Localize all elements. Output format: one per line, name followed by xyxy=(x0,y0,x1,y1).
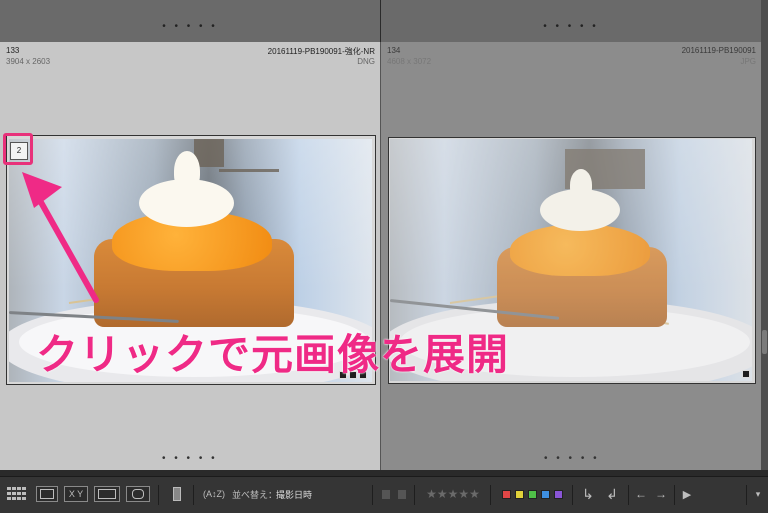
scrollbar-thumb[interactable] xyxy=(762,330,767,354)
slideshow-button[interactable]: ▶ xyxy=(680,486,694,502)
color-label-red[interactable] xyxy=(501,489,511,499)
develop-badge-icon-2[interactable] xyxy=(742,370,750,378)
stack-badge-highlight xyxy=(3,133,33,165)
rotate-left-icon: ↳ xyxy=(582,485,594,502)
star-icon[interactable]: ★ xyxy=(448,486,459,502)
cell-dimensions: 3904 x 2603 xyxy=(6,57,51,66)
previous-button[interactable]: ← xyxy=(632,486,650,502)
rotate-right-icon: ↲ xyxy=(606,485,618,502)
scrollbar[interactable] xyxy=(761,0,768,476)
color-label-green[interactable] xyxy=(527,489,537,499)
chevron-down-icon: ▾ xyxy=(755,488,761,499)
cell-dimensions-2: 4608 x 3072 xyxy=(387,57,432,66)
flag-button[interactable] xyxy=(380,486,392,502)
flag-icon xyxy=(382,489,390,499)
toolbar-menu-button[interactable]: ▾ xyxy=(752,486,764,502)
grid-view-button[interactable] xyxy=(6,486,28,502)
sort-select[interactable]: 撮影日時 xyxy=(276,486,320,502)
cell-index-2: 134 xyxy=(387,46,401,55)
reject-flag-button[interactable] xyxy=(396,486,408,502)
star-icon[interactable]: ★ xyxy=(469,486,480,502)
bottom-dots-left: • • • • • xyxy=(162,453,218,464)
people-view-button[interactable] xyxy=(126,486,150,502)
grid-view-icon xyxy=(7,487,26,500)
grid-view: • • • • • • • • • • 133 20161119-PB19009… xyxy=(0,0,768,476)
top-cell-dots-right: • • • • • xyxy=(543,21,599,32)
sort-direction-icon: (A↕Z) xyxy=(203,489,225,499)
survey-view-button[interactable] xyxy=(94,486,120,502)
top-cell-left[interactable]: • • • • • xyxy=(0,0,381,42)
play-icon: ▶ xyxy=(682,488,692,501)
color-label-purple[interactable] xyxy=(553,489,563,499)
rotate-right-button[interactable]: ↲ xyxy=(602,486,622,502)
rotate-left-button[interactable]: ↳ xyxy=(578,486,598,502)
cell-filename-2: 20161119-PB190091 xyxy=(681,46,756,55)
arrow-right-icon: → xyxy=(655,487,667,501)
compare-view-label: X Y xyxy=(68,489,84,499)
reject-flag-icon xyxy=(398,489,406,499)
bottom-dots-right: • • • • • xyxy=(544,453,600,464)
compare-view-button[interactable]: X Y xyxy=(64,486,88,502)
star-rating[interactable]: ★ ★ ★ ★ ★ xyxy=(420,486,486,502)
top-row-strip: • • • • • • • • • • xyxy=(0,0,768,42)
thumbnail-badges-2 xyxy=(742,370,750,378)
toolbar: X Y (A↕Z) 並べ替え： 撮影日時 ★ ★ ★ ★ ★ ↳ ↲ ← → ▶… xyxy=(0,476,768,513)
cell-filename: 20161119-PB190091-強化-NR xyxy=(267,47,375,56)
loupe-view-icon xyxy=(40,489,54,499)
top-cell-dots-left: • • • • • xyxy=(162,21,218,32)
arrow-left-icon: ← xyxy=(635,487,647,501)
survey-view-icon xyxy=(98,489,116,499)
color-label-blue[interactable] xyxy=(540,489,550,499)
spray-can-icon xyxy=(173,487,181,501)
cell-format-2: JPG xyxy=(740,57,756,66)
sort-label: 並べ替え： xyxy=(232,489,278,500)
loupe-view-button[interactable] xyxy=(36,486,58,502)
color-label-yellow[interactable] xyxy=(514,489,524,499)
cell-format: DNG xyxy=(357,57,375,66)
star-icon[interactable]: ★ xyxy=(426,486,437,502)
next-button[interactable]: → xyxy=(652,486,670,502)
star-icon[interactable]: ★ xyxy=(458,486,469,502)
top-cell-right[interactable]: • • • • • xyxy=(381,0,762,42)
cell-index: 133 xyxy=(6,46,20,55)
star-icon[interactable]: ★ xyxy=(437,486,448,502)
people-view-icon xyxy=(132,489,144,499)
spray-can-button[interactable] xyxy=(170,486,184,502)
sort-direction-button[interactable]: (A↕Z) xyxy=(202,486,226,502)
annotation-caption: クリックで元画像を展開 xyxy=(36,331,510,378)
color-labels xyxy=(496,486,568,502)
